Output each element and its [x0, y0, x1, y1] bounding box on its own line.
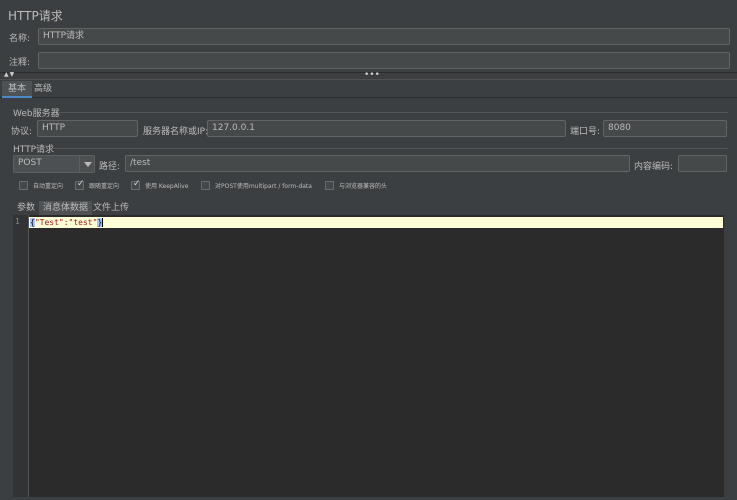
code-text[interactable]: {"Test":"test"}: [30, 217, 104, 228]
option-label: 使用 KeepAlive: [145, 183, 189, 190]
method-value: POST: [18, 158, 42, 168]
drag-handle-icon[interactable]: •••: [364, 70, 380, 80]
body-content: "Test":"test": [34, 218, 98, 227]
checkbox[interactable]: [325, 181, 334, 190]
http-request-group-title: HTTP请求: [13, 145, 55, 155]
protocol-label: 协议:: [11, 127, 33, 137]
line-number: 1: [15, 217, 20, 226]
path-label: 路径:: [99, 162, 121, 172]
option-keepalive[interactable]: ✓ 使用 KeepAlive: [131, 179, 201, 192]
option-label: 对POST使用multipart / form-data: [215, 183, 312, 190]
checkbox[interactable]: ✓: [75, 179, 85, 190]
port-field[interactable]: 8080: [603, 120, 727, 137]
comment-label: 注释:: [9, 58, 31, 68]
checkmark-icon: ✓: [133, 179, 141, 189]
tab-body-data[interactable]: 消息体数据: [39, 201, 93, 215]
panel-title: HTTP请求: [8, 9, 63, 23]
option-follow-redirects[interactable]: ✓ 跟随重定向: [75, 179, 135, 192]
protocol-field[interactable]: HTTP: [37, 120, 138, 137]
option-multipart[interactable]: 对POST使用multipart / form-data: [201, 181, 321, 192]
method-select[interactable]: POST: [13, 155, 95, 173]
checkbox[interactable]: ✓: [131, 179, 141, 190]
name-field[interactable]: HTTP请求: [38, 28, 730, 45]
option-label: 跟随重定向: [89, 183, 120, 190]
option-browser-headers[interactable]: 与浏览器兼容的头: [325, 181, 395, 192]
server-field[interactable]: 127.0.0.1: [207, 120, 566, 137]
group-divider: [53, 148, 728, 149]
option-label: 与浏览器兼容的头: [339, 183, 388, 190]
option-auto-redirect[interactable]: 自动重定向: [19, 181, 79, 192]
tab-file-upload[interactable]: 文件上传: [89, 201, 133, 215]
path-field[interactable]: /test: [125, 155, 630, 172]
chevron-down-icon: [84, 162, 92, 167]
checkmark-icon: ✓: [77, 179, 85, 189]
option-label: 自动重定向: [33, 183, 64, 190]
line-gutter: 1: [13, 215, 29, 497]
tab-advanced[interactable]: 高级: [28, 81, 58, 98]
port-label: 端口号:: [570, 127, 601, 137]
panel-splitter[interactable]: ▲▼ •••: [0, 70, 737, 80]
web-server-group-title: Web服务器: [13, 109, 60, 119]
body-data-editor[interactable]: 1 {"Test":"test"}: [13, 215, 723, 497]
tab-parameters[interactable]: 参数: [13, 201, 39, 215]
main-tab-strip: 基本 高级: [0, 81, 737, 98]
checkbox[interactable]: [201, 181, 210, 190]
current-line[interactable]: {"Test":"test"}: [29, 217, 723, 228]
name-label: 名称:: [9, 34, 31, 44]
comment-field[interactable]: [38, 52, 730, 69]
server-label: 服务器名称或IP:: [143, 127, 209, 137]
encoding-field[interactable]: [678, 155, 727, 172]
group-divider: [58, 112, 728, 113]
collapse-arrows-icon[interactable]: ▲▼: [4, 71, 15, 78]
encoding-label: 内容编码:: [634, 162, 674, 172]
text-caret: [102, 218, 104, 227]
vertical-scrollbar[interactable]: [723, 215, 729, 497]
checkbox[interactable]: [19, 181, 28, 190]
dropdown-button[interactable]: [79, 156, 94, 172]
